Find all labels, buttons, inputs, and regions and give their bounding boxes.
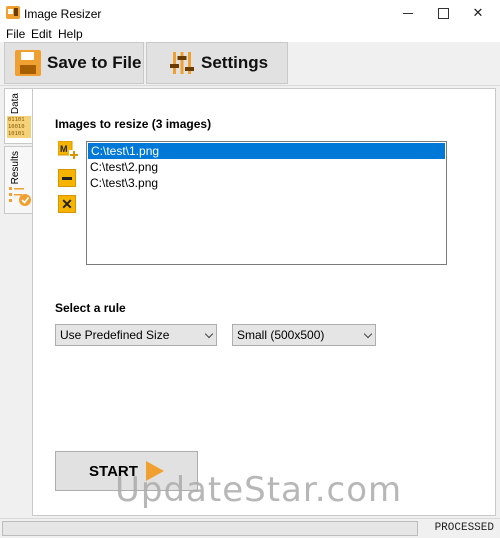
rule-mode-value: Use Predefined Size — [60, 328, 170, 342]
tab-results-label: Results — [10, 151, 21, 185]
menu-edit[interactable]: Edit — [31, 27, 52, 41]
menu-file[interactable]: File — [6, 27, 25, 41]
settings-label: Settings — [201, 53, 269, 72]
add-image-icon: M — [57, 140, 79, 160]
toolbar: Save to File Settings — [0, 42, 500, 86]
window-title: Image Resizer — [24, 7, 102, 21]
chevron-down-icon — [363, 329, 373, 339]
clear-images-button[interactable]: ✕ — [58, 195, 76, 213]
title-bar: Image Resizer ✕ — [0, 0, 500, 26]
list-item[interactable]: C:\test\3.png — [87, 175, 446, 191]
svg-text:M: M — [60, 144, 68, 154]
images-listbox[interactable]: C:\test\1.png C:\test\2.png C:\test\3.pn… — [86, 141, 447, 265]
tab-data[interactable]: Data 01101 10010 10101 — [4, 88, 32, 144]
menu-help[interactable]: Help — [58, 27, 83, 41]
tab-results[interactable]: Results — [4, 146, 32, 214]
progress-bar — [2, 521, 418, 536]
remove-image-button[interactable] — [58, 169, 76, 187]
side-tabs: Data 01101 10010 10101 Results — [2, 88, 32, 518]
select-rule-label: Select a rule — [55, 301, 126, 315]
close-button[interactable]: ✕ — [455, 0, 500, 26]
list-item[interactable]: C:\test\1.png — [88, 143, 445, 159]
save-to-file-label: Save to File — [47, 53, 142, 72]
binary-data-icon: 01101 10010 10101 — [7, 116, 31, 138]
predefined-size-select[interactable]: Small (500x500) — [232, 324, 376, 346]
data-panel: Images to resize (3 images) M ✕ C:\test\… — [32, 88, 496, 516]
predefined-size-value: Small (500x500) — [237, 328, 325, 342]
checklist-icon — [8, 185, 32, 207]
chevron-down-icon — [204, 329, 214, 339]
status-bar: PROCESSED — [0, 518, 500, 538]
app-icon — [6, 6, 20, 19]
save-to-file-button[interactable]: Save to File — [4, 42, 144, 84]
settings-button[interactable]: Settings — [146, 42, 288, 84]
floppy-disk-icon — [15, 50, 41, 76]
list-item[interactable]: C:\test\2.png — [87, 159, 446, 175]
sliders-icon — [169, 50, 195, 76]
add-images-button[interactable]: M — [57, 140, 80, 161]
tab-data-label: Data — [10, 93, 21, 115]
status-text: PROCESSED — [434, 522, 494, 534]
menu-bar: File Edit Help — [0, 26, 500, 42]
watermark: UpdateStar.com — [115, 470, 403, 510]
rule-mode-select[interactable]: Use Predefined Size — [55, 324, 217, 346]
images-to-resize-label: Images to resize (3 images) — [55, 117, 212, 131]
